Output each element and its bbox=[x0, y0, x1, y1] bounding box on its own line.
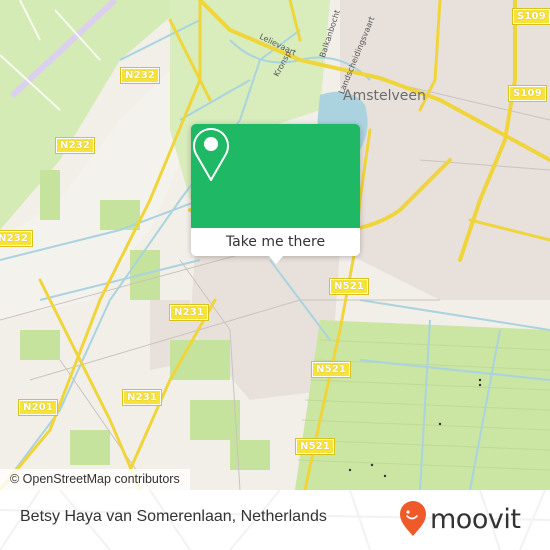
road-shield-s109: S109 bbox=[508, 85, 547, 102]
road-shield-n231: N231 bbox=[121, 389, 163, 406]
moovit-logo[interactable]: moovit bbox=[398, 500, 538, 540]
road-shield-n521: N521 bbox=[294, 438, 336, 455]
location-popup: Take me there bbox=[191, 124, 360, 264]
road-shield-n232: N232 bbox=[0, 230, 34, 247]
residential-east bbox=[340, 0, 550, 300]
popup-pointer bbox=[268, 255, 284, 264]
road-shield-n231: N231 bbox=[168, 304, 210, 321]
road-shield-n232: N232 bbox=[119, 67, 161, 84]
take-me-there-button[interactable]: Take me there bbox=[191, 228, 360, 256]
road-shield-n521: N521 bbox=[310, 361, 352, 378]
moovit-wordmark: moovit bbox=[430, 504, 521, 535]
address-text: Betsy Haya van Somerenlaan, Netherlands bbox=[20, 508, 327, 525]
road-shield-n201: N201 bbox=[17, 399, 59, 416]
footer: Betsy Haya van Somerenlaan, Netherlands … bbox=[0, 490, 550, 550]
place-label-amstelveen: Amstelveen bbox=[343, 88, 426, 104]
location-pin-icon bbox=[193, 128, 229, 181]
map-attribution[interactable]: © OpenStreetMap contributors bbox=[0, 469, 190, 490]
moovit-pin-icon bbox=[400, 501, 426, 536]
popup-header bbox=[191, 124, 360, 228]
map[interactable]: Amstelveen Lelievaart Kronsp Balkanbocht… bbox=[0, 0, 550, 490]
road-shield-n521: N521 bbox=[328, 278, 370, 295]
road-shield-n232: N232 bbox=[54, 137, 96, 154]
road-shield-s109: S109 bbox=[512, 8, 550, 25]
